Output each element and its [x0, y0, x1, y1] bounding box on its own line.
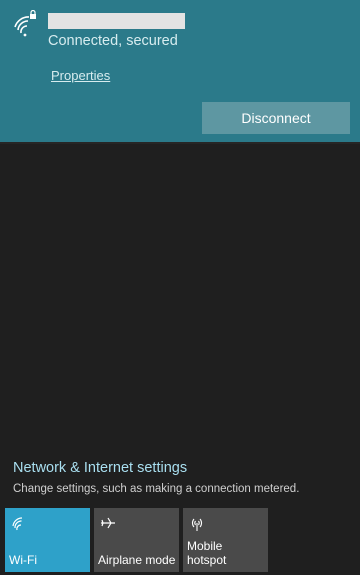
airplane-icon: [101, 517, 115, 529]
disconnect-button[interactable]: Disconnect: [202, 102, 350, 134]
network-settings-link[interactable]: Network & Internet settings: [13, 460, 187, 476]
network-flyout: Connected, secured Properties Disconnect…: [0, 0, 360, 575]
connected-network-card[interactable]: Connected, secured Properties Disconnect: [0, 0, 360, 142]
connection-status: Connected, secured: [48, 33, 178, 49]
network-settings-description: Change settings, such as making a connec…: [13, 483, 300, 495]
network-name-redacted: [48, 13, 185, 29]
tile-airplane-mode[interactable]: Airplane mode: [94, 508, 179, 572]
quick-action-tiles: Wi-Fi Airplane mode Mobile hotspot: [5, 508, 360, 572]
properties-link[interactable]: Properties: [51, 68, 110, 83]
tile-label: Wi-Fi: [9, 553, 37, 567]
tile-label: Airplane mode: [98, 553, 176, 567]
wifi-icon: [12, 517, 23, 531]
hotspot-icon: [191, 518, 203, 531]
tile-mobile-hotspot[interactable]: Mobile hotspot: [183, 508, 268, 572]
tile-wifi[interactable]: Wi-Fi: [5, 508, 90, 572]
wifi-lock-icon: [14, 10, 36, 37]
tile-label: Mobile hotspot: [187, 539, 227, 567]
divider: [0, 142, 360, 144]
